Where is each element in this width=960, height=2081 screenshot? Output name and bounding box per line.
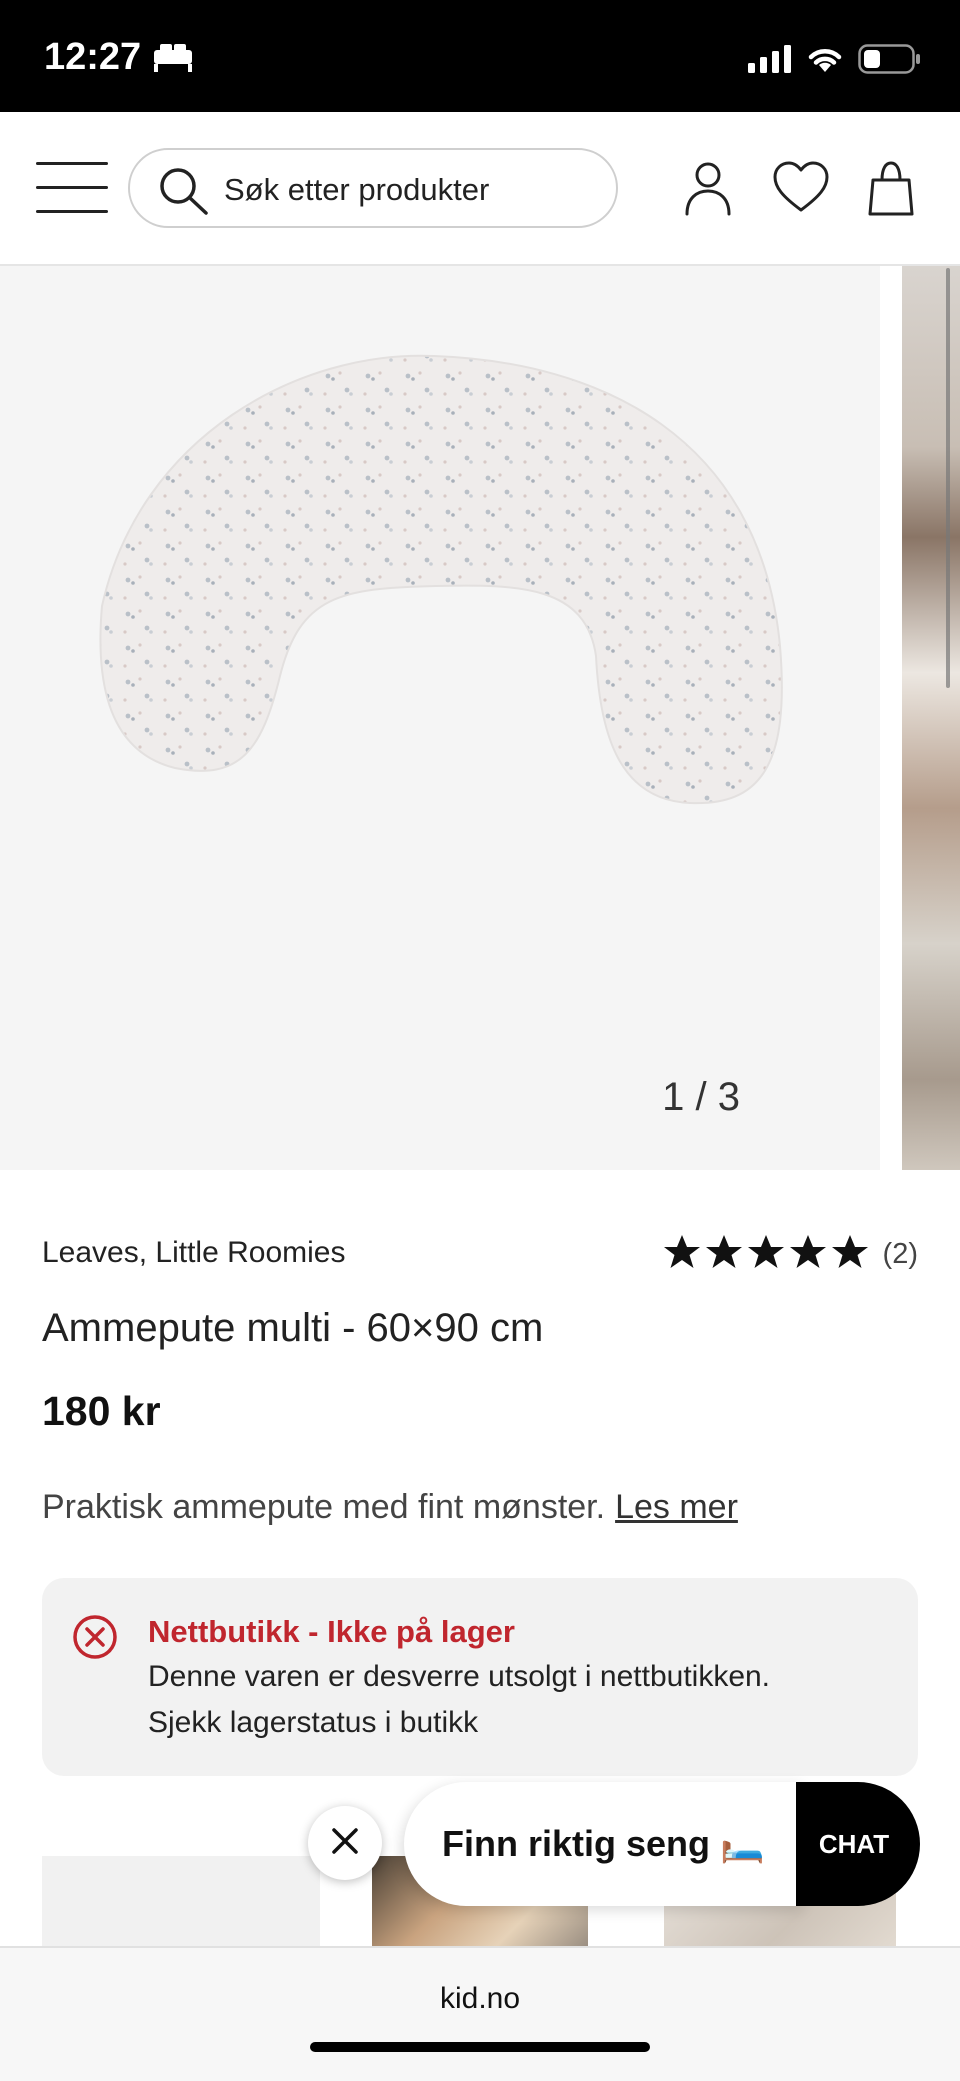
scrollbar[interactable]	[946, 268, 950, 688]
star-icon	[789, 1234, 827, 1275]
menu-button[interactable]	[36, 162, 110, 216]
account-icon[interactable]	[684, 160, 732, 221]
product-price: 180 kr	[42, 1388, 161, 1434]
chat-promo-text: Finn riktig seng 🛏️	[442, 1823, 765, 1864]
close-chat-promo-button[interactable]	[308, 1806, 382, 1880]
wifi-icon	[806, 45, 844, 78]
stock-status-message: Denne varen er desverre utsolgt i nettbu…	[148, 1660, 771, 1693]
product-image-1[interactable]: 1 / 3	[0, 266, 880, 1170]
related-product-card[interactable]	[42, 1856, 320, 1946]
close-icon	[330, 1826, 360, 1861]
chat-promo-bubble[interactable]: Finn riktig seng 🛏️	[404, 1782, 804, 1906]
wishlist-heart-icon[interactable]	[772, 160, 830, 219]
product-image-2-peek[interactable]	[902, 266, 960, 1170]
chat-button[interactable]: CHAT	[796, 1782, 920, 1906]
nursing-pillow-shape	[99, 354, 783, 805]
gallery-counter: 1 / 3	[662, 1075, 740, 1119]
stock-status-title: Nettbutikk - Ikke på lager	[148, 1614, 515, 1649]
star-icon	[705, 1234, 743, 1275]
product-image-gallery[interactable]: 1 / 3	[0, 266, 960, 1170]
home-indicator[interactable]	[310, 2042, 650, 2052]
cart-bag-icon[interactable]	[866, 160, 916, 223]
site-header: Søk etter produkter	[0, 112, 960, 266]
search-placeholder: Søk etter produkter	[224, 172, 490, 207]
description-text: Praktisk ammepute med fint mønster.	[42, 1488, 606, 1526]
read-more-link[interactable]: Les mer	[615, 1488, 738, 1526]
battery-icon	[858, 44, 922, 79]
sleep-mode-icon	[152, 44, 194, 77]
store-stock-link[interactable]: Sjekk lagerstatus i butikk	[148, 1706, 478, 1740]
status-bar: 12:27	[0, 0, 960, 112]
cellular-signal-icon	[748, 45, 792, 78]
browser-url[interactable]: kid.no	[0, 1982, 960, 2016]
browser-address-bar[interactable]: kid.no	[0, 1946, 960, 2081]
search-input[interactable]: Søk etter produkter	[128, 148, 618, 228]
product-rating[interactable]: (2)	[663, 1234, 918, 1275]
product-description: Praktisk ammepute med fint mønster. Les m…	[42, 1488, 922, 1527]
search-icon	[158, 166, 210, 221]
star-icon	[831, 1234, 869, 1275]
stock-status-box: Nettbutikk - Ikke på lager Denne varen e…	[42, 1578, 918, 1776]
star-icon	[663, 1234, 701, 1275]
status-time: 12:27	[44, 36, 142, 78]
product-title: Ammepute multi - 60×90 cm	[42, 1306, 544, 1350]
error-circle-icon	[72, 1614, 118, 1665]
rating-count: (2)	[882, 1238, 918, 1270]
star-icon	[747, 1234, 785, 1275]
